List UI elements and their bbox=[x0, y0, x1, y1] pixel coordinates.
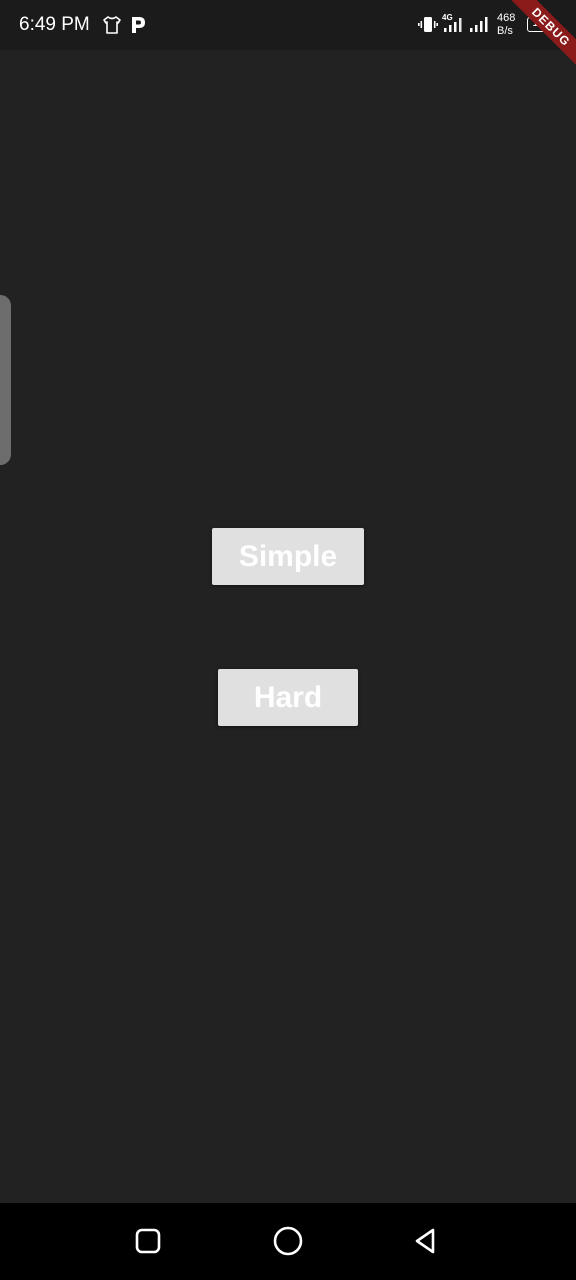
hard-button[interactable]: Hard bbox=[218, 669, 358, 726]
p-app-icon bbox=[130, 15, 146, 40]
debug-banner: DEBUG bbox=[491, 0, 576, 87]
navigation-bar bbox=[0, 1203, 576, 1280]
vibrate-icon bbox=[418, 16, 438, 39]
tshirt-icon bbox=[102, 15, 122, 40]
home-button[interactable] bbox=[268, 1221, 308, 1261]
recent-apps-icon bbox=[135, 1228, 161, 1254]
debug-banner-container: DEBUG bbox=[466, 0, 576, 110]
status-time: 6:49 PM bbox=[19, 14, 90, 35]
signal-4g-icon: 4G bbox=[442, 12, 464, 39]
simple-button[interactable]: Simple bbox=[212, 528, 364, 585]
back-button[interactable] bbox=[406, 1221, 446, 1261]
back-icon bbox=[415, 1228, 435, 1254]
home-icon bbox=[273, 1226, 303, 1256]
recent-apps-button[interactable] bbox=[128, 1221, 168, 1261]
svg-text:4G: 4G bbox=[442, 13, 453, 22]
app-screen: 6:49 PM 4G 468 B/s DEBUG Simple Hard bbox=[0, 0, 576, 1280]
edge-panel-handle[interactable] bbox=[0, 295, 11, 465]
